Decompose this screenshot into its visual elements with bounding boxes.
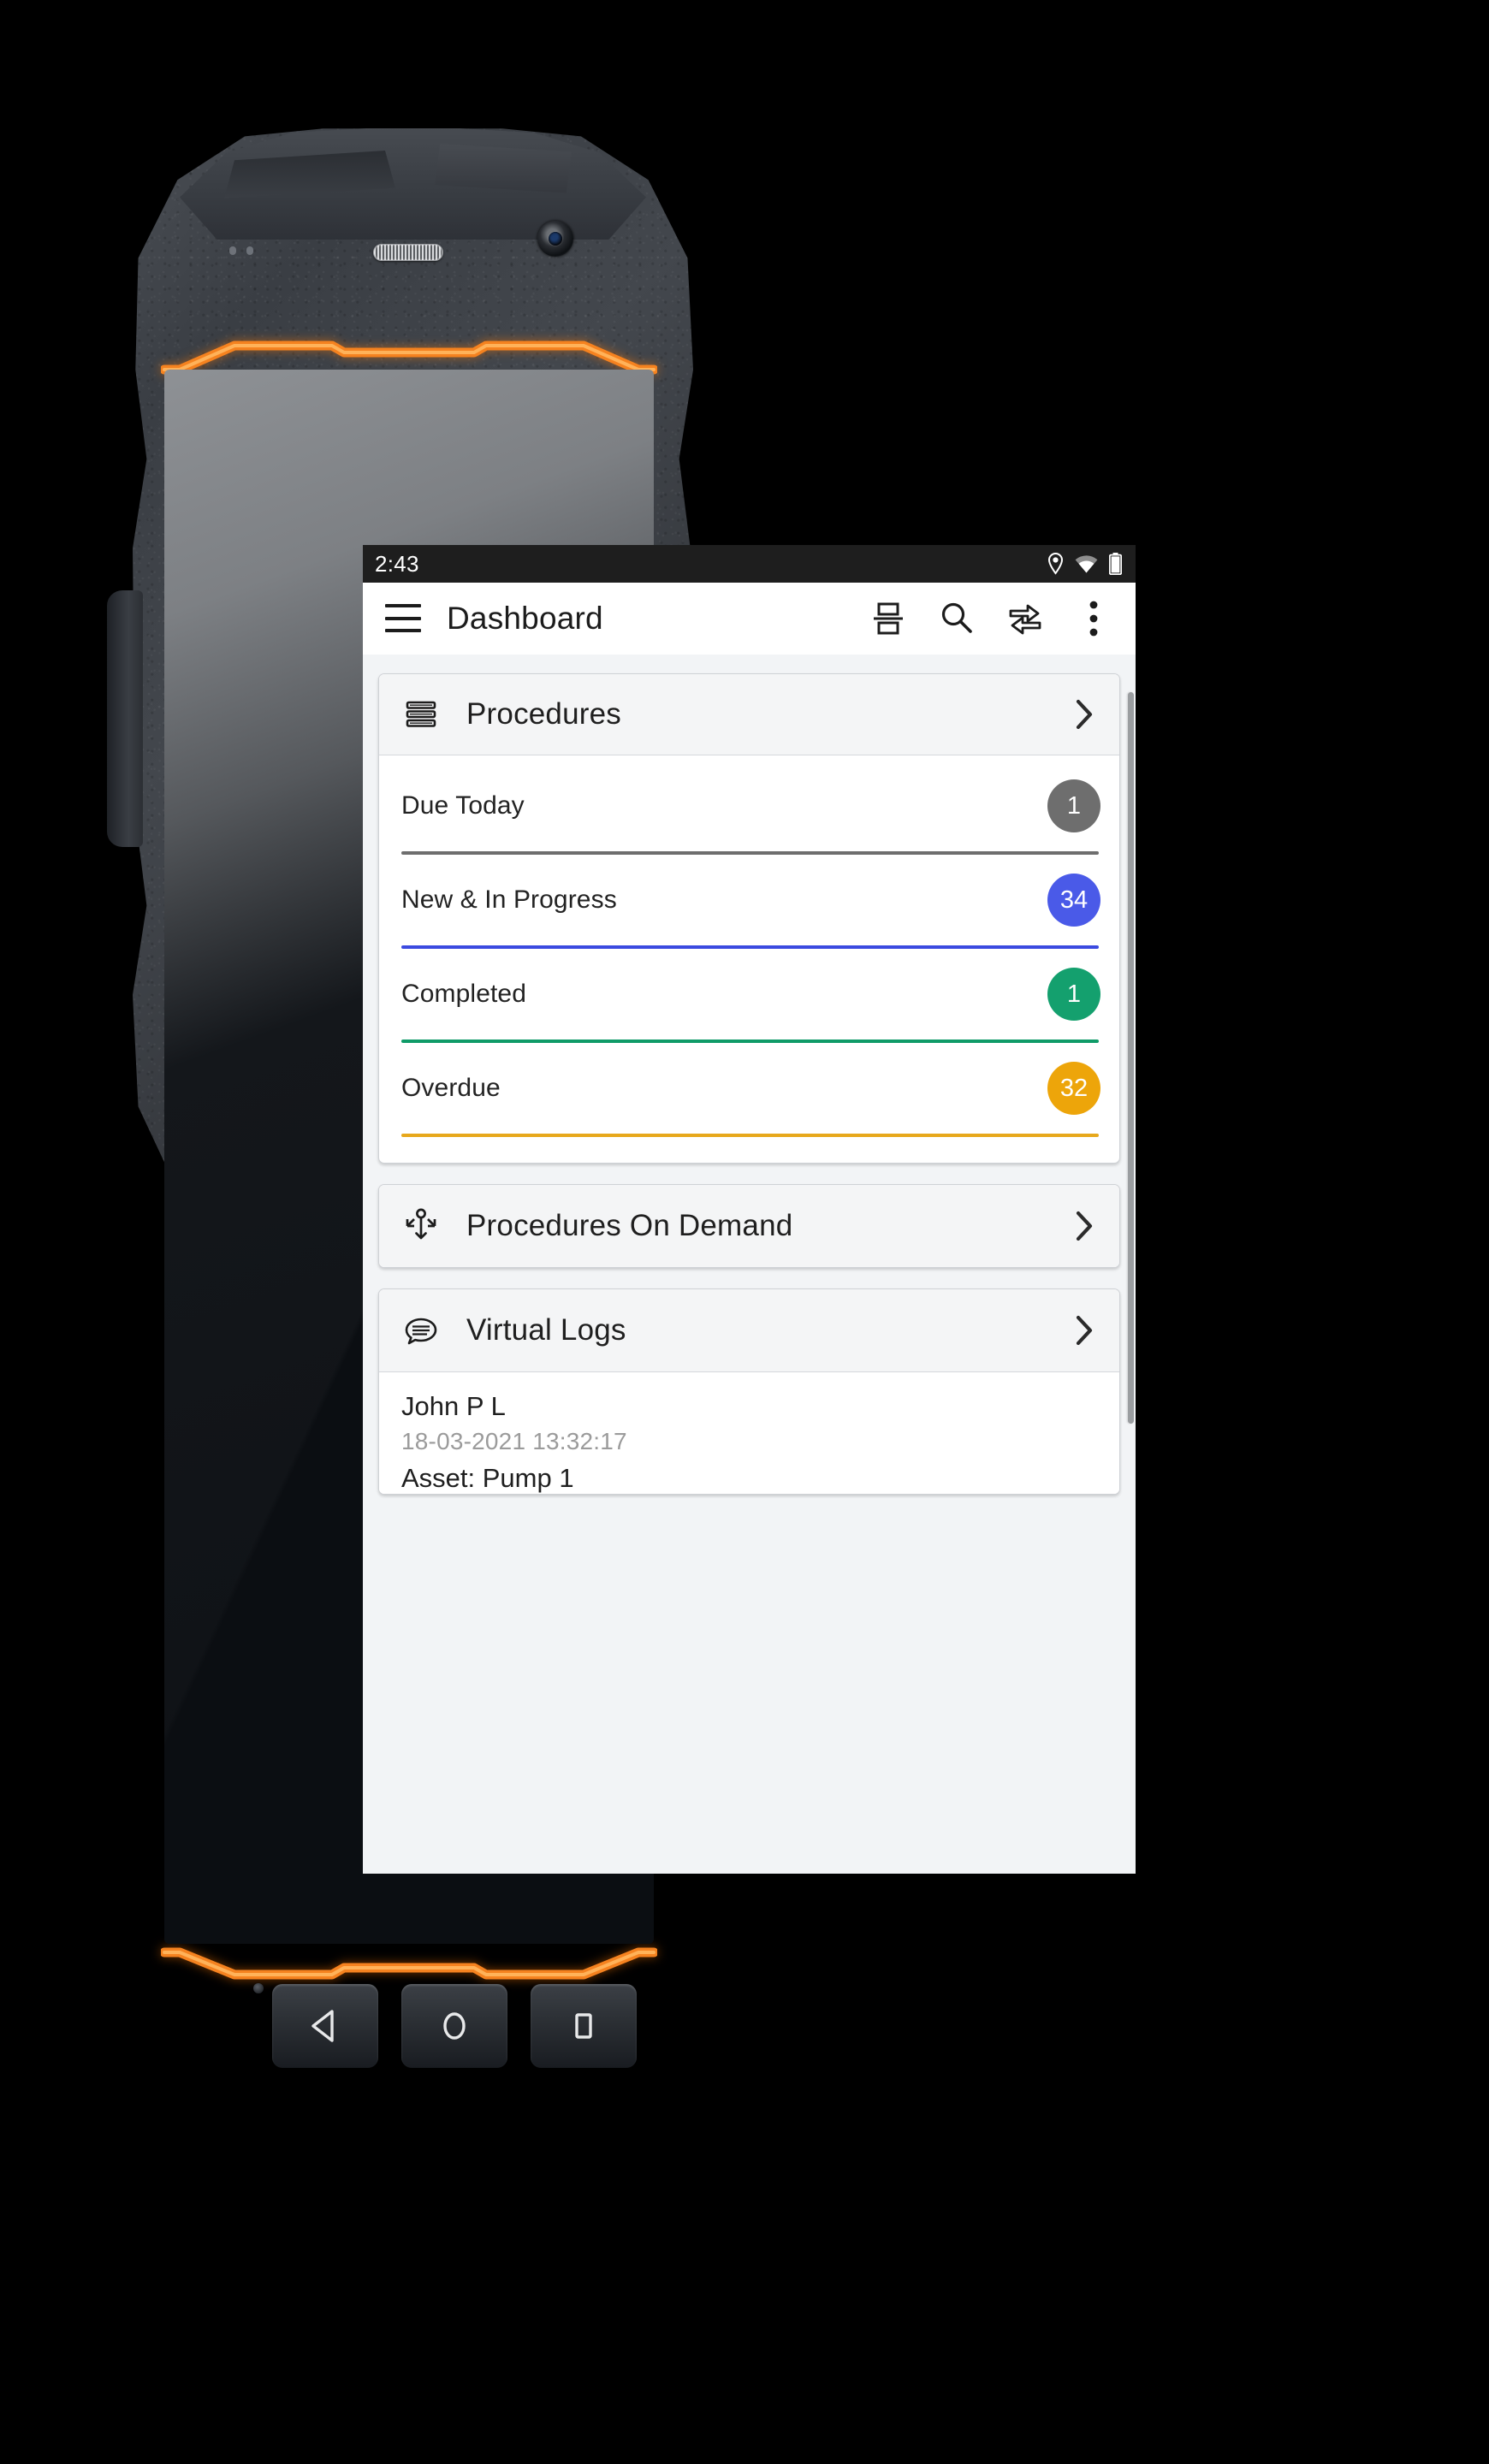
home-button[interactable] xyxy=(401,1984,507,2068)
chevron-right-icon[interactable] xyxy=(1070,1313,1099,1348)
chevron-right-icon[interactable] xyxy=(1070,1209,1099,1243)
earpiece-speaker xyxy=(373,244,443,261)
back-button[interactable] xyxy=(272,1984,378,2068)
card-header-procedures[interactable]: Procedures xyxy=(379,674,1119,755)
stacked-lines-icon xyxy=(401,696,441,732)
stat-row-overdue[interactable]: Overdue 32 xyxy=(379,1043,1119,1115)
stat-label: Due Today xyxy=(401,791,525,820)
accent-stripe-bottom-icon xyxy=(161,1947,657,1980)
hamburger-menu-icon[interactable] xyxy=(385,604,421,632)
wifi-icon xyxy=(1075,555,1098,573)
card-virtual-logs: Virtual Logs John P L 18-03-2021 13:32:1… xyxy=(378,1288,1120,1495)
card-title-procedures-on-demand: Procedures On Demand xyxy=(466,1209,793,1242)
battery-icon xyxy=(1109,553,1122,575)
sync-transfer-icon[interactable] xyxy=(1006,599,1045,638)
stat-badge: 1 xyxy=(1047,779,1100,832)
status-bar: 2:43 xyxy=(363,545,1136,583)
phone-screen: 2:43 Dashboard Procedures Due Today 1 Ne… xyxy=(363,545,1136,1874)
recents-button[interactable] xyxy=(531,1984,637,2068)
stat-row-due-today[interactable]: Due Today 1 xyxy=(379,761,1119,832)
procedures-stat-list: Due Today 1 New & In Progress 34 Complet… xyxy=(379,755,1119,1137)
stat-label: New & In Progress xyxy=(401,886,617,914)
vertical-scrollbar[interactable] xyxy=(1128,692,1134,1424)
location-pin-icon xyxy=(1047,553,1064,575)
log-entry-name: John P L xyxy=(401,1391,506,1421)
list-item[interactable]: John P L 18-03-2021 13:32:17 Asset: Pump… xyxy=(379,1372,1119,1494)
status-clock: 2:43 xyxy=(375,550,419,577)
status-icon-group xyxy=(1047,553,1122,575)
chevron-right-icon[interactable] xyxy=(1070,697,1099,732)
card-header-procedures-on-demand[interactable]: Procedures On Demand xyxy=(379,1185,1119,1267)
overflow-menu-icon[interactable] xyxy=(1074,599,1113,638)
anchor-move-icon xyxy=(401,1207,441,1245)
dashboard-content[interactable]: Procedures Due Today 1 New & In Progress… xyxy=(363,654,1136,1874)
page-title: Dashboard xyxy=(447,600,603,636)
circle-icon xyxy=(443,2012,466,2040)
triangle-left-icon xyxy=(311,2010,334,2042)
app-bar: Dashboard xyxy=(363,583,1136,654)
microphone-hole xyxy=(253,1983,264,1993)
stat-row-new-in-progress[interactable]: New & In Progress 34 xyxy=(379,855,1119,927)
front-camera xyxy=(537,221,573,257)
stat-badge: 1 xyxy=(1047,968,1100,1021)
stat-row-completed[interactable]: Completed 1 xyxy=(379,949,1119,1021)
log-entry-meta: Asset: Pump 1 xyxy=(401,1463,574,1493)
search-icon[interactable] xyxy=(937,599,976,638)
stat-badge: 32 xyxy=(1047,1062,1100,1115)
card-title-virtual-logs: Virtual Logs xyxy=(466,1313,626,1347)
app-bar-actions xyxy=(869,599,1117,638)
card-procedures: Procedures Due Today 1 New & In Progress… xyxy=(378,673,1120,1164)
stat-label: Overdue xyxy=(401,1074,501,1102)
card-header-virtual-logs[interactable]: Virtual Logs xyxy=(379,1289,1119,1372)
proximity-sensors xyxy=(229,246,262,255)
card-title-procedures: Procedures xyxy=(466,697,621,731)
phone-stage: 2:43 Dashboard Procedures Due Today 1 Ne… xyxy=(0,0,1489,2464)
card-procedures-on-demand: Procedures On Demand xyxy=(378,1184,1120,1268)
square-icon xyxy=(575,2013,592,2039)
stat-badge: 34 xyxy=(1047,874,1100,927)
log-entry-timestamp: 18-03-2021 13:32:17 xyxy=(401,1428,627,1454)
phone-side-grip-left xyxy=(107,590,143,847)
speech-bubble-lines-icon xyxy=(401,1312,441,1349)
stat-rule-overdue xyxy=(401,1134,1099,1137)
split-screen-icon[interactable] xyxy=(869,599,908,638)
hardware-navigation-bar xyxy=(272,1981,637,2070)
stat-label: Completed xyxy=(401,980,526,1008)
